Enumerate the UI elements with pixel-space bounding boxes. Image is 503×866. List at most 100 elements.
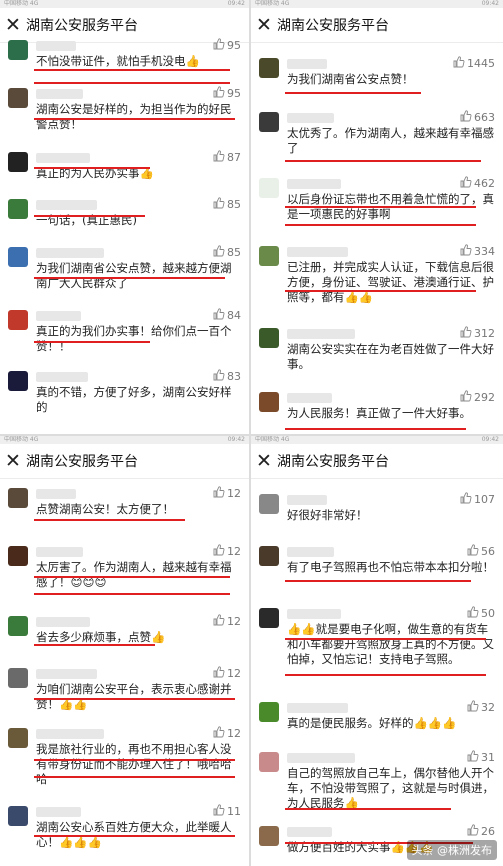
- like-button[interactable]: 11: [213, 804, 241, 819]
- avatar[interactable]: [8, 199, 28, 219]
- like-button[interactable]: 32: [467, 700, 495, 715]
- red-underline: [34, 215, 145, 217]
- avatar[interactable]: [8, 247, 28, 267]
- thumb-up-icon: [460, 244, 472, 259]
- like-button[interactable]: 12: [213, 666, 241, 681]
- like-button[interactable]: 56: [467, 544, 495, 559]
- like-button[interactable]: 663: [460, 110, 495, 125]
- status-time: 09:42: [481, 436, 499, 443]
- avatar[interactable]: [259, 112, 279, 132]
- page-title: 湖南公安服务平台: [277, 454, 389, 470]
- avatar[interactable]: [8, 40, 28, 60]
- like-button[interactable]: 50: [467, 606, 495, 621]
- avatar[interactable]: [8, 616, 28, 636]
- title-bar: ✕ 湖南公安服务平台: [251, 444, 503, 479]
- like-count: 334: [474, 245, 495, 258]
- username-blurred: [287, 495, 327, 505]
- like-count: 663: [474, 111, 495, 124]
- like-button[interactable]: 12: [213, 726, 241, 741]
- like-button[interactable]: 95: [213, 86, 241, 101]
- username-blurred: [36, 89, 83, 99]
- like-count: 31: [481, 751, 495, 764]
- like-button[interactable]: 12: [213, 486, 241, 501]
- like-button[interactable]: 31: [467, 750, 495, 765]
- status-bar: 中国移动 4G 09:42: [251, 436, 503, 444]
- like-button[interactable]: 462: [460, 176, 495, 191]
- avatar[interactable]: [8, 371, 28, 391]
- comment-text: 有了电子驾照再也不怕忘带本本扣分啦！: [287, 560, 494, 574]
- like-button[interactable]: 12: [213, 614, 241, 629]
- like-count: 12: [227, 545, 241, 558]
- comment-text: 已注册，并完成实人认证，下载信息后很方便，身份证、驾驶证、港澳通行证、护照等，都…: [287, 260, 494, 304]
- like-count: 95: [227, 39, 241, 52]
- like-button[interactable]: 84: [213, 308, 241, 323]
- like-count: 107: [474, 493, 495, 506]
- watermark: 头条 @株洲发布: [406, 840, 497, 860]
- username-blurred: [287, 179, 341, 189]
- thumb-up-icon: [213, 544, 225, 559]
- close-icon[interactable]: ✕: [251, 14, 277, 36]
- red-underline: [285, 92, 421, 94]
- like-button[interactable]: 334: [460, 244, 495, 259]
- status-bar: 中国移动 4G 09:42: [0, 0, 249, 8]
- avatar[interactable]: [8, 488, 28, 508]
- like-button[interactable]: 26: [467, 824, 495, 839]
- avatar[interactable]: [259, 546, 279, 566]
- comment-text: 好很好非常好！: [287, 508, 368, 522]
- thumb-up-icon: [460, 492, 472, 507]
- comment-text: 太优秀了。作为湖南人，越来越有幸福感了: [287, 126, 494, 155]
- avatar[interactable]: [8, 88, 28, 108]
- close-icon[interactable]: ✕: [0, 14, 26, 36]
- avatar[interactable]: [8, 546, 28, 566]
- username-blurred: [36, 372, 88, 382]
- like-button[interactable]: 95: [213, 38, 241, 53]
- avatar[interactable]: [259, 494, 279, 514]
- like-button[interactable]: 87: [213, 150, 241, 165]
- close-icon[interactable]: ✕: [251, 450, 277, 472]
- like-count: 12: [227, 487, 241, 500]
- avatar[interactable]: [259, 702, 279, 722]
- like-button[interactable]: 85: [213, 197, 241, 212]
- page-title: 湖南公安服务平台: [26, 18, 138, 34]
- like-button[interactable]: 312: [460, 326, 495, 341]
- avatar[interactable]: [259, 752, 279, 772]
- like-button[interactable]: 1445: [453, 56, 495, 71]
- title-bar: ✕ 湖南公安服务平台: [251, 8, 503, 43]
- status-carrier: 中国移动 4G: [4, 0, 39, 7]
- avatar[interactable]: [259, 608, 279, 628]
- thumb-up-icon: [213, 486, 225, 501]
- like-button[interactable]: 12: [213, 544, 241, 559]
- avatar[interactable]: [8, 310, 28, 330]
- avatar[interactable]: [259, 178, 279, 198]
- avatar[interactable]: [259, 328, 279, 348]
- red-underline: [34, 776, 235, 778]
- comment-text: 我是旅社行业的，再也不用担心客人没有带身份证而不能办理入住了！哦哈哈哈: [36, 742, 232, 786]
- avatar[interactable]: [259, 58, 279, 78]
- avatar[interactable]: [259, 246, 279, 266]
- like-count: 12: [227, 667, 241, 680]
- comment-text: 为人民服务！真正做了一件大好事。: [287, 406, 471, 420]
- username-blurred: [287, 393, 332, 403]
- like-button[interactable]: 85: [213, 245, 241, 260]
- like-button[interactable]: 83: [213, 369, 241, 384]
- thumb-up-icon: [213, 150, 225, 165]
- username-blurred: [36, 547, 83, 557]
- username-blurred: [287, 59, 327, 69]
- avatar[interactable]: [259, 826, 279, 846]
- like-count: 83: [227, 370, 241, 383]
- red-underline: [285, 290, 476, 292]
- like-count: 85: [227, 246, 241, 259]
- close-icon[interactable]: ✕: [0, 450, 26, 472]
- avatar[interactable]: [8, 668, 28, 688]
- like-button[interactable]: 107: [460, 492, 495, 507]
- avatar[interactable]: [259, 392, 279, 412]
- avatar[interactable]: [8, 728, 28, 748]
- like-count: 26: [481, 825, 495, 838]
- username-blurred: [287, 329, 355, 339]
- thumb-up-icon: [453, 56, 465, 71]
- avatar[interactable]: [8, 806, 28, 826]
- avatar[interactable]: [8, 152, 28, 172]
- like-count: 462: [474, 177, 495, 190]
- like-button[interactable]: 292: [460, 390, 495, 405]
- red-underline: [34, 167, 150, 169]
